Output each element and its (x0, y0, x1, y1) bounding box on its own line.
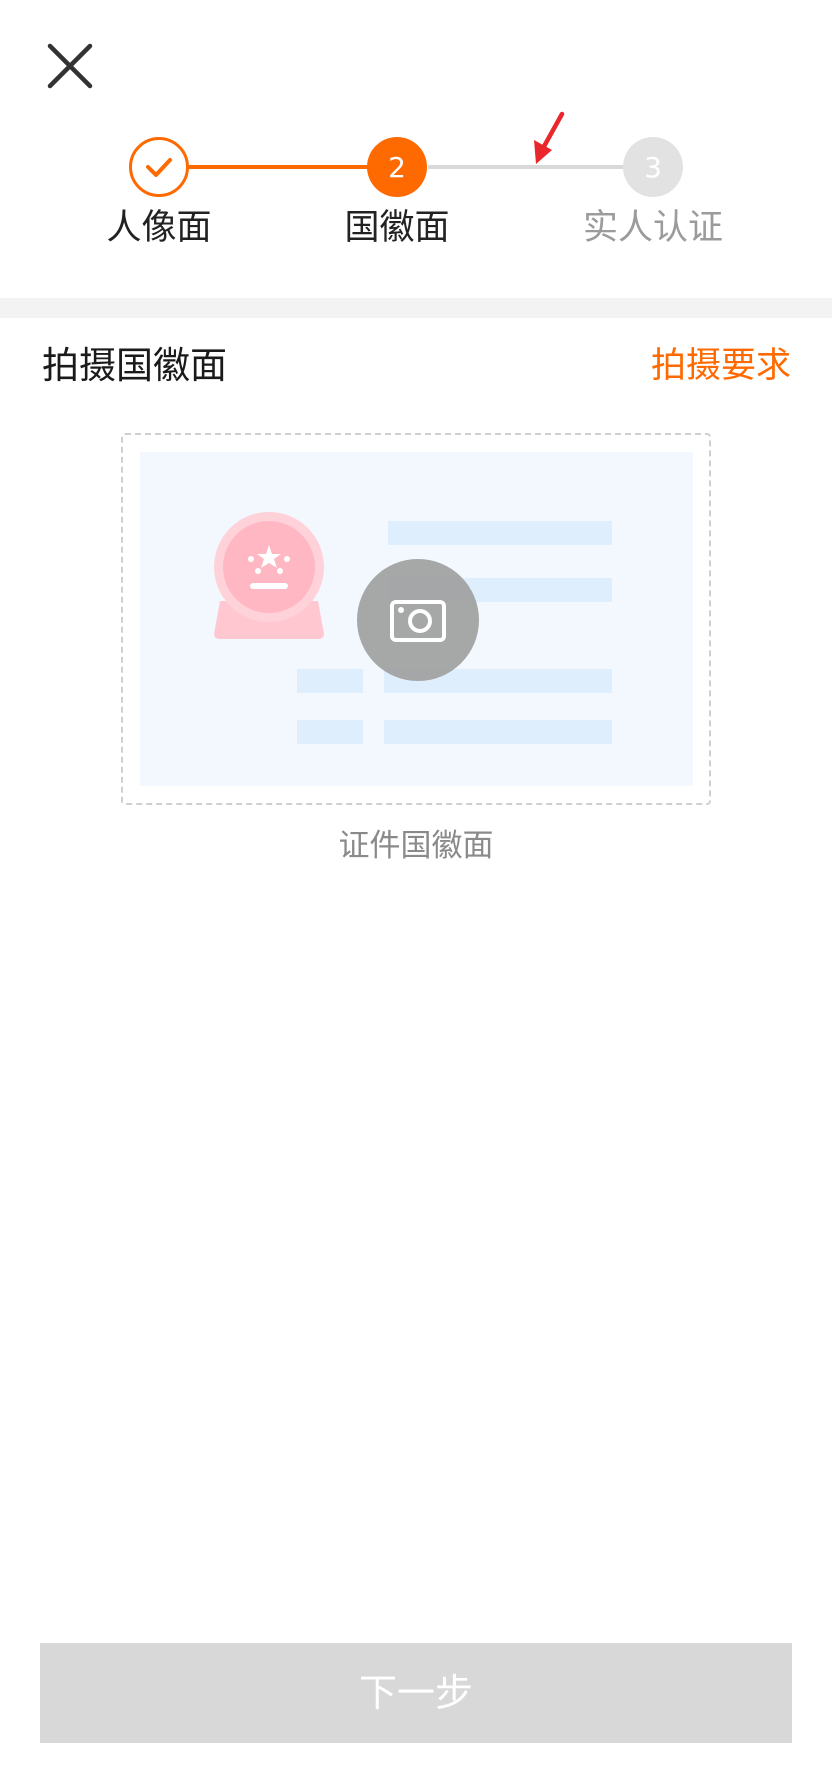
progress-stepper: 2 3 人像面 国徽面 实人认证 (0, 130, 832, 260)
camera-button[interactable] (357, 559, 479, 681)
id-verification-screen: 2 3 人像面 国徽面 实人认证 拍摄国徽面 拍摄要求 证件国徽面 下一步 (0, 0, 832, 1766)
step-connector-pending (428, 165, 626, 169)
step-3-number: 3 (644, 150, 662, 184)
national-emblem-icon (214, 512, 324, 639)
step-2-indicator: 2 (367, 137, 427, 197)
annotation-arrow-icon (534, 111, 565, 164)
id-text-line (384, 720, 612, 744)
step-connector-completed (188, 165, 368, 169)
camera-icon (390, 600, 446, 642)
step-3-label: 实人认证 (582, 208, 723, 248)
check-icon (146, 158, 172, 177)
id-back-capture-area[interactable] (121, 433, 711, 805)
photo-requirements-link[interactable]: 拍摄要求 (651, 340, 791, 392)
header: 2 3 人像面 国徽面 实人认证 (0, 0, 832, 298)
step-1-indicator (129, 137, 189, 197)
step-3-indicator: 3 (623, 137, 683, 197)
id-text-line (297, 669, 363, 693)
section-divider (0, 298, 832, 318)
capture-caption: 证件国徽面 (338, 828, 494, 864)
section-title: 拍摄国徽面 (42, 344, 227, 387)
step-2-label: 国徽面 (344, 208, 450, 248)
next-step-button[interactable]: 下一步 (40, 1643, 792, 1743)
close-button[interactable] (44, 40, 96, 92)
close-icon (47, 43, 93, 89)
id-text-line (388, 521, 612, 545)
step-1-label: 人像面 (106, 208, 212, 248)
step-2-number: 2 (388, 150, 406, 184)
id-text-line (297, 720, 363, 744)
